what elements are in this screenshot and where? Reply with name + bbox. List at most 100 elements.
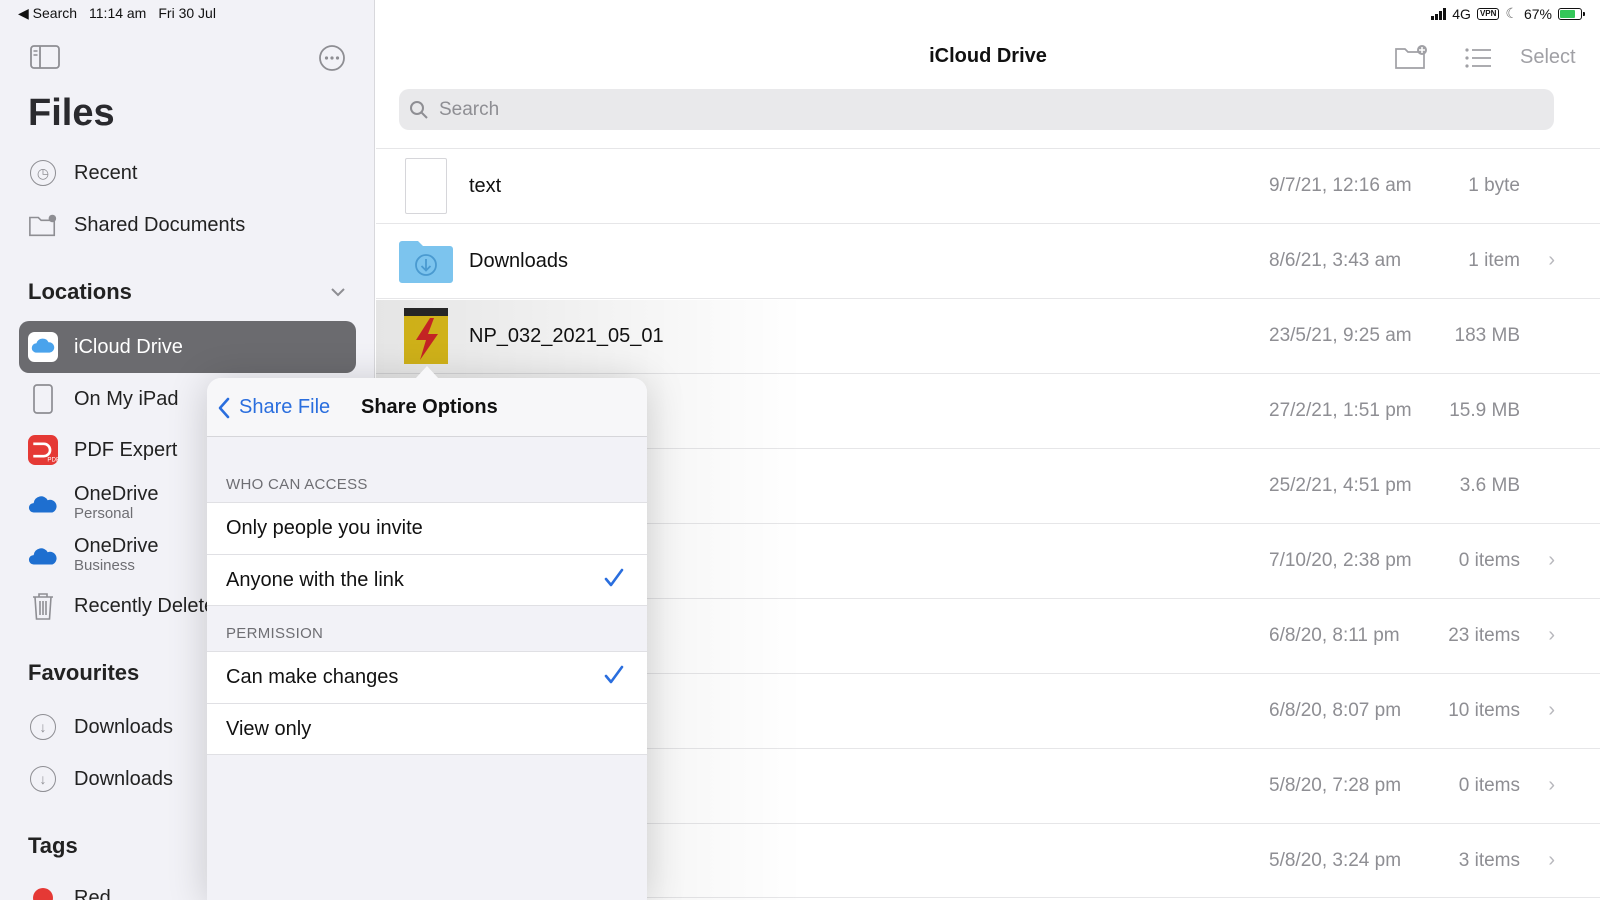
sidebar-item-pdf-expert[interactable]: PDF PDF Expert xyxy=(28,430,177,470)
file-date: 9/7/21, 12:16 am xyxy=(1269,175,1412,197)
favourites-header: Favourites xyxy=(28,660,139,686)
file-row[interactable]: text 9/7/21, 12:16 am 1 byte xyxy=(376,148,1600,223)
onedrive-icon xyxy=(28,545,58,567)
file-date: 25/2/21, 4:51 pm xyxy=(1269,475,1412,497)
status-bar: ◀ Search 11:14 am Fri 30 Jul 4G VPN ☾ 67… xyxy=(0,0,1600,28)
sidebar-item-label: PDF Expert xyxy=(74,439,177,462)
file-row[interactable]: Downloads 8/6/21, 3:43 am 1 item › xyxy=(376,223,1600,298)
list-view-icon[interactable] xyxy=(1464,47,1492,69)
file-size: 0 items xyxy=(1459,775,1520,797)
sidebar-item-shared-documents[interactable]: Shared Documents xyxy=(28,205,245,245)
file-date: 27/2/21, 1:51 pm xyxy=(1269,400,1412,422)
chevron-left-icon xyxy=(217,397,231,419)
chevron-right-icon: › xyxy=(1548,774,1555,797)
sidebar-item-label: Downloads xyxy=(74,768,173,791)
sidebar-toggle-icon[interactable] xyxy=(30,45,60,69)
chevron-right-icon: › xyxy=(1548,699,1555,722)
file-date: 6/8/20, 8:11 pm xyxy=(1269,625,1400,647)
who-can-access-header: WHO CAN ACCESS xyxy=(226,476,368,493)
file-size: 1 byte xyxy=(1468,175,1520,197)
sidebar-item-label: Recent xyxy=(74,162,137,185)
file-size: 3.6 MB xyxy=(1460,475,1520,497)
more-options-icon[interactable] xyxy=(318,44,346,72)
network-type: 4G xyxy=(1452,6,1471,22)
file-date: 8/6/21, 3:43 am xyxy=(1269,250,1401,272)
file-size: 15.9 MB xyxy=(1449,400,1520,422)
option-view-only[interactable]: View only xyxy=(207,703,647,755)
checkmark-icon xyxy=(603,664,625,686)
option-can-make-changes[interactable]: Can make changes xyxy=(207,651,647,703)
option-label: Anyone with the link xyxy=(226,569,404,592)
icloud-icon xyxy=(28,331,58,363)
search-placeholder: Search xyxy=(439,99,499,121)
sidebar-item-label: Downloads xyxy=(74,716,173,739)
file-date: 5/8/20, 3:24 pm xyxy=(1269,850,1401,872)
file-name: Downloads xyxy=(469,250,568,273)
sidebar-item-label: OneDrive xyxy=(74,483,158,505)
onedrive-icon xyxy=(28,493,58,515)
sidebar-item-tag-red[interactable]: Red xyxy=(28,878,111,900)
share-options-popover: Share File Share Options WHO CAN ACCESS … xyxy=(207,378,647,900)
battery-icon xyxy=(1558,8,1582,20)
sidebar-item-recent[interactable]: ◷ Recent xyxy=(28,153,137,193)
option-anyone-with-the-link[interactable]: Anyone with the link xyxy=(207,554,647,606)
chevron-right-icon: › xyxy=(1548,849,1555,872)
file-date: 5/8/20, 7:28 pm xyxy=(1269,775,1401,797)
sidebar-title: Files xyxy=(28,92,115,135)
sidebar-item-sublabel: Business xyxy=(74,555,158,577)
sidebar-item-label: OneDrive xyxy=(74,535,158,557)
sidebar-item-sublabel: Personal xyxy=(74,503,158,525)
download-icon: ↓ xyxy=(30,714,56,740)
locations-header[interactable]: Locations xyxy=(28,279,132,305)
chevron-right-icon: › xyxy=(1548,624,1555,647)
chevron-right-icon: › xyxy=(1548,249,1555,272)
sidebar-item-downloads[interactable]: ↓ Downloads xyxy=(28,759,173,799)
sidebar-item-icloud-drive[interactable]: iCloud Drive xyxy=(28,327,183,367)
document-thumbnail xyxy=(398,157,454,215)
svg-text:PDF: PDF xyxy=(47,456,58,463)
option-label: Only people you invite xyxy=(226,517,423,540)
file-date: 7/10/20, 2:38 pm xyxy=(1269,550,1412,572)
sidebar-item-onedrive-personal[interactable]: OneDrive Personal xyxy=(28,481,158,527)
ipad-icon xyxy=(32,384,54,414)
popover-arrow xyxy=(415,366,439,379)
sidebar-item-on-my-ipad[interactable]: On My iPad xyxy=(28,379,178,419)
download-icon: ↓ xyxy=(30,766,56,792)
file-row[interactable]: NP_032_2021_05_01 23/5/21, 9:25 am 183 M… xyxy=(376,298,1600,373)
folder-icon xyxy=(398,232,454,290)
red-tag-dot-icon xyxy=(33,888,53,900)
file-size: 183 MB xyxy=(1455,325,1520,347)
file-size: 23 items xyxy=(1448,625,1520,647)
status-time: 11:14 am xyxy=(89,5,146,22)
popover-title: Share Options xyxy=(361,396,498,419)
permission-header: PERMISSION xyxy=(226,625,323,642)
status-date: Fri 30 Jul xyxy=(158,5,216,22)
search-icon xyxy=(409,100,429,120)
chevron-down-icon[interactable] xyxy=(330,287,346,297)
sidebar-item-label: Shared Documents xyxy=(74,214,245,237)
shared-folder-icon xyxy=(28,212,58,238)
new-folder-icon[interactable] xyxy=(1394,44,1428,70)
sidebar-item-downloads[interactable]: ↓ Downloads xyxy=(28,707,173,747)
back-to-app-link[interactable]: ◀ Search xyxy=(18,5,77,22)
trash-icon xyxy=(31,591,55,621)
sidebar-item-recently-deleted[interactable]: Recently Deleted xyxy=(28,586,226,626)
file-size: 10 items xyxy=(1448,700,1520,722)
sidebar-item-label: On My iPad xyxy=(74,388,178,411)
sidebar-item-onedrive-business[interactable]: OneDrive Business xyxy=(28,533,158,579)
battery-percent: 67% xyxy=(1524,6,1552,22)
tags-header: Tags xyxy=(28,833,78,859)
sidebar-item-label: iCloud Drive xyxy=(74,336,183,359)
option-only-people-you-invite[interactable]: Only people you invite xyxy=(207,502,647,554)
select-button[interactable]: Select xyxy=(1520,46,1576,69)
pdf-expert-icon: PDF xyxy=(28,433,58,467)
popover-header: Share File Share Options xyxy=(207,378,647,437)
vpn-badge: VPN xyxy=(1477,8,1499,20)
file-size: 1 item xyxy=(1468,250,1520,272)
moon-icon: ☾ xyxy=(1505,5,1518,22)
option-label: Can make changes xyxy=(226,666,398,689)
sidebar-item-label: Recently Deleted xyxy=(74,595,226,618)
share-file-back-button[interactable]: Share File xyxy=(217,396,330,419)
clock-icon: ◷ xyxy=(30,160,56,186)
search-field[interactable]: Search xyxy=(399,89,1554,130)
